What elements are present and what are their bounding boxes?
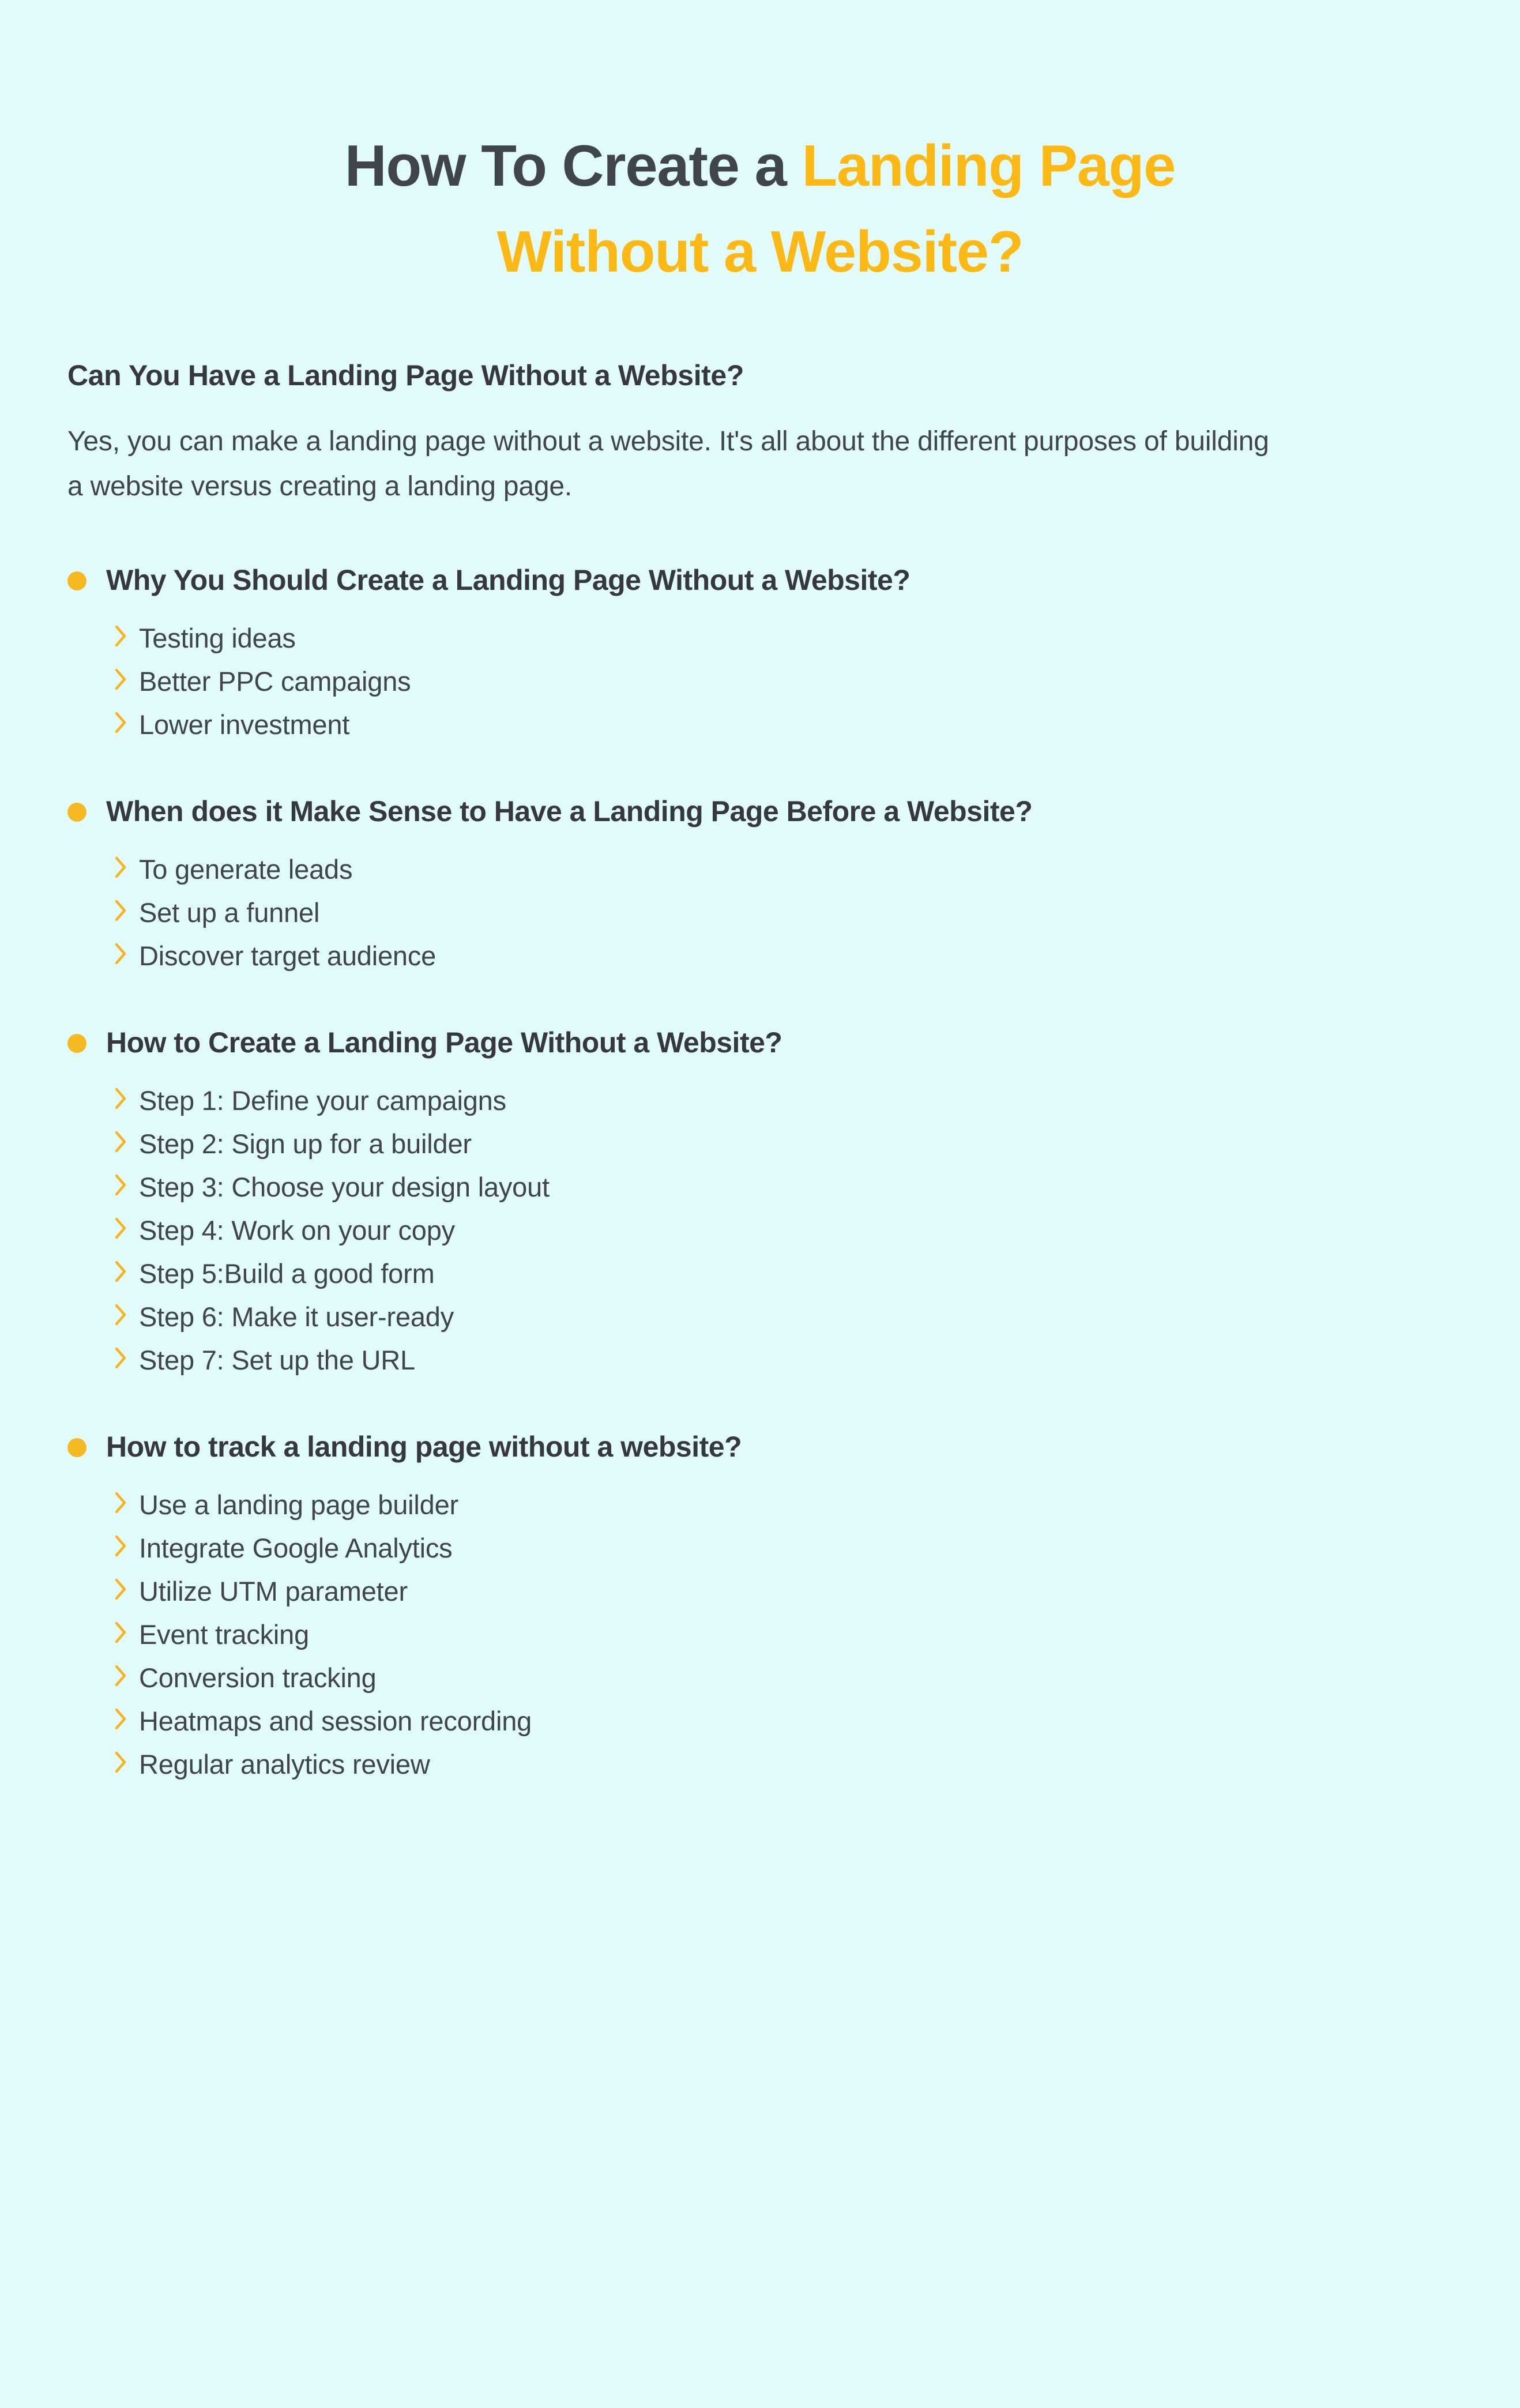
chevron-right-icon	[114, 897, 139, 922]
list-item-label: Testing ideas	[139, 623, 296, 654]
list-item-label: Step 6: Make it user-ready	[139, 1301, 454, 1333]
list-item: Use a landing page builder	[114, 1482, 1468, 1525]
chevron-right-icon	[114, 1619, 139, 1644]
title-line-1: How To Create a Landing Page	[0, 123, 1520, 209]
section-sub-list: Step 1: Define your campaigns Step 2: Si…	[67, 1078, 1468, 1380]
section-1: Why You Should Create a Landing Page Wit…	[67, 561, 1468, 745]
section-sub-list: To generate leads Set up a funnel Discov…	[67, 846, 1468, 976]
list-item: Set up a funnel	[114, 890, 1468, 933]
list-item-label: Step 7: Set up the URL	[139, 1345, 415, 1376]
list-item-label: Event tracking	[139, 1619, 310, 1650]
list-item-label: Discover target audience	[139, 940, 437, 972]
section-2: When does it Make Sense to Have a Landin…	[67, 792, 1468, 976]
list-item-label: Step 2: Sign up for a builder	[139, 1128, 472, 1160]
chevron-right-icon	[114, 622, 139, 648]
list-item: To generate leads	[114, 846, 1468, 890]
list-item-label: Lower investment	[139, 709, 350, 740]
infographic-page: How To Create a Landing Page Without a W…	[0, 0, 1520, 2408]
chevron-right-icon	[114, 1128, 139, 1153]
list-item: Heatmaps and session recording	[114, 1698, 1468, 1741]
list-item-label: Better PPC campaigns	[139, 666, 411, 697]
bullet-dot-icon	[67, 1438, 86, 1458]
list-item: Step 1: Define your campaigns	[114, 1078, 1468, 1121]
bullet-dot-icon	[67, 571, 86, 591]
chevron-right-icon	[114, 1258, 139, 1283]
chevron-right-icon	[114, 1705, 139, 1730]
chevron-right-icon	[114, 1748, 139, 1774]
content-body: Can You Have a Landing Page Without a We…	[0, 296, 1520, 1785]
list-item: Better PPC campaigns	[114, 659, 1468, 702]
page-title: How To Create a Landing Page Without a W…	[0, 0, 1520, 296]
title-part-accent: Landing Page	[802, 134, 1176, 198]
list-item: Discover target audience	[114, 933, 1468, 976]
list-item-label: Conversion tracking	[139, 1662, 377, 1694]
title-line-2: Without a Website?	[0, 209, 1520, 295]
chevron-right-icon	[114, 1344, 139, 1369]
list-item-label: Step 4: Work on your copy	[139, 1215, 455, 1246]
chevron-right-icon	[114, 709, 139, 734]
list-item-label: Integrate Google Analytics	[139, 1533, 453, 1564]
list-item: Step 7: Set up the URL	[114, 1337, 1468, 1380]
list-item: Step 6: Make it user-ready	[114, 1294, 1468, 1337]
section-sub-list: Testing ideas Better PPC campaigns Lower…	[67, 615, 1468, 745]
section-heading: How to track a landing page without a we…	[106, 1431, 742, 1463]
list-item: Testing ideas	[114, 615, 1468, 659]
list-item-label: To generate leads	[139, 854, 353, 885]
section-heading: When does it Make Sense to Have a Landin…	[106, 795, 1033, 828]
title-part-dark: How To Create a	[344, 134, 802, 198]
list-item: Step 4: Work on your copy	[114, 1207, 1468, 1251]
section-heading-row: How to Create a Landing Page Without a W…	[67, 1024, 1468, 1062]
section-sub-list: Use a landing page builder Integrate Goo…	[67, 1482, 1468, 1785]
section-4: How to track a landing page without a we…	[67, 1428, 1468, 1785]
list-item-label: Set up a funnel	[139, 897, 320, 928]
section-3: How to Create a Landing Page Without a W…	[67, 1024, 1468, 1380]
chevron-right-icon	[114, 1171, 139, 1197]
list-item: Lower investment	[114, 702, 1468, 745]
list-item-label: Regular analytics review	[139, 1749, 430, 1780]
list-item: Utilize UTM parameter	[114, 1568, 1468, 1612]
bullet-dot-icon	[67, 1034, 86, 1054]
list-item: Regular analytics review	[114, 1741, 1468, 1785]
list-item-label: Use a landing page builder	[139, 1489, 458, 1521]
list-item: Event tracking	[114, 1612, 1468, 1655]
bullet-dot-icon	[67, 803, 86, 822]
chevron-right-icon	[114, 1532, 139, 1557]
list-item: Step 2: Sign up for a builder	[114, 1121, 1468, 1164]
chevron-right-icon	[114, 1214, 139, 1240]
chevron-right-icon	[114, 853, 139, 879]
section-heading: How to Create a Landing Page Without a W…	[106, 1026, 782, 1059]
section-heading-row: How to track a landing page without a we…	[67, 1428, 1468, 1466]
list-item: Conversion tracking	[114, 1655, 1468, 1698]
title-line-2-text: Without a Website?	[496, 220, 1024, 285]
chevron-right-icon	[114, 1489, 139, 1514]
intro-heading: Can You Have a Landing Page Without a We…	[67, 359, 744, 392]
section-heading-row: When does it Make Sense to Have a Landin…	[67, 792, 1468, 830]
chevron-right-icon	[114, 940, 139, 965]
intro-paragraph: Yes, you can make a landing page without…	[67, 426, 1269, 502]
chevron-right-icon	[114, 1575, 139, 1601]
chevron-right-icon	[114, 1301, 139, 1326]
list-item-label: Step 1: Define your campaigns	[139, 1085, 506, 1116]
chevron-right-icon	[114, 1662, 139, 1687]
list-item: Step 3: Choose your design layout	[114, 1164, 1468, 1207]
list-item-label: Heatmaps and session recording	[139, 1706, 532, 1737]
chevron-right-icon	[114, 1085, 139, 1110]
list-item-label: Step 5:Build a good form	[139, 1258, 435, 1289]
chevron-right-icon	[114, 665, 139, 691]
list-item-label: Utilize UTM parameter	[139, 1576, 408, 1607]
section-heading: Why You Should Create a Landing Page Wit…	[106, 564, 911, 597]
section-heading-row: Why You Should Create a Landing Page Wit…	[67, 561, 1468, 599]
list-item: Step 5:Build a good form	[114, 1251, 1468, 1294]
list-item-label: Step 3: Choose your design layout	[139, 1172, 550, 1203]
list-item: Integrate Google Analytics	[114, 1525, 1468, 1568]
sections-list: Why You Should Create a Landing Page Wit…	[67, 561, 1468, 1785]
